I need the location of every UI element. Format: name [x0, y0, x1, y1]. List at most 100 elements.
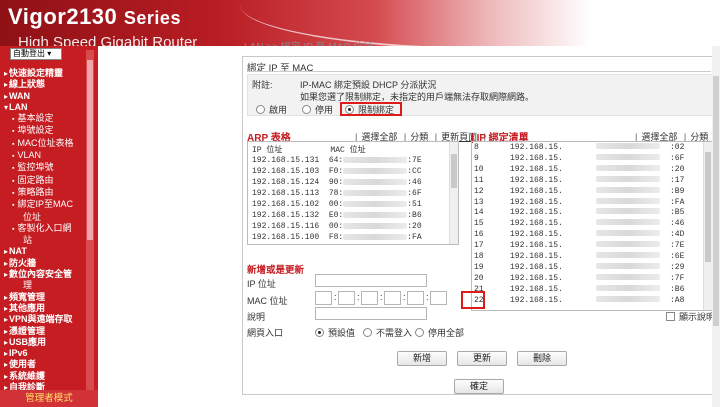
bind-row[interactable]: 12 192.168.15.:B9 [474, 186, 704, 198]
update-button[interactable]: 更新 [457, 351, 507, 366]
bind-row[interactable]: 17 192.168.15.:7E [474, 241, 704, 252]
portal-default-radio[interactable] [315, 328, 324, 337]
radio-strict-bind[interactable]: 限制綁定 [340, 102, 403, 116]
bind-row[interactable]: 14 192.168.15.:B5 [474, 208, 704, 219]
arp-row[interactable]: 192.168.15.103 F0::CC [252, 167, 422, 176]
sidebar-item[interactable]: 綁定IP至MAC [0, 199, 84, 211]
arp-row[interactable]: 192.168.15.102 00::51 [252, 200, 422, 209]
mac-redacted [596, 273, 660, 280]
sidebar-item[interactable]: NAT [0, 246, 84, 257]
sidebar-item[interactable]: VLAN [0, 150, 84, 162]
arp-row[interactable]: 192.168.15.132 E0::B6 [252, 211, 422, 220]
portal-default-option[interactable]: 預設值 [315, 326, 355, 339]
radio-enable-circle[interactable] [256, 105, 265, 114]
sidebar-item[interactable]: WAN [0, 91, 84, 102]
sidebar-item[interactable]: 基本設定 [0, 113, 84, 125]
bind-row-mac-end: :6E [670, 252, 685, 261]
sidebar-item[interactable]: 系統維護 [0, 371, 84, 382]
portal-no-login-option[interactable]: 不需登入 [363, 326, 412, 339]
sidebar-item[interactable]: 埠號設定 [0, 125, 84, 137]
bind-row[interactable]: 9 192.168.15.:6F [474, 153, 704, 165]
bind-row[interactable]: 16 192.168.15.:4D [474, 230, 704, 241]
arp-row[interactable]: 192.168.15.116 00::20 [252, 222, 422, 231]
sidebar-item[interactable]: MAC位址表格 [0, 138, 84, 150]
portal-disable-all-radio[interactable] [415, 328, 424, 337]
ip-input[interactable] [315, 274, 427, 287]
sidebar-item[interactable]: 監控埠號 [0, 162, 84, 174]
bind-row[interactable]: 11 192.168.15.:17 [474, 175, 704, 187]
bind-scroll-thumb[interactable] [705, 152, 711, 262]
page-scroll-thumb[interactable] [713, 76, 719, 326]
bind-row[interactable]: 10 192.168.15.:20 [474, 164, 704, 176]
mac-redacted [343, 189, 408, 196]
arp-row[interactable]: 192.168.15.124 90::46 [252, 178, 422, 187]
radio-disable[interactable]: 停用 [302, 103, 333, 116]
sidebar-item[interactable]: 策略路由 [0, 187, 84, 199]
arp-row[interactable]: 192.168.15.100 F8::FA [252, 233, 422, 242]
radio-strict-circle[interactable] [345, 104, 354, 114]
bind-row[interactable]: 19 192.168.15.:29 [474, 262, 704, 274]
page-scrollbar[interactable] [712, 46, 720, 407]
sidebar-item[interactable]: 其他應用 [0, 303, 84, 314]
sidebar-item[interactable]: 客製化入口網 [0, 223, 84, 235]
sidebar-item[interactable]: 線上狀態 [0, 79, 84, 90]
sidebar-item[interactable]: 防火牆 [0, 258, 84, 269]
bind-scrollbar[interactable] [703, 142, 712, 310]
bind-row[interactable]: 20 192.168.15.:7F [474, 273, 704, 285]
bind-row-mac-end: :7F [670, 273, 685, 283]
show-description-toggle[interactable]: 顯示說明 [666, 310, 715, 323]
mac-octet-5[interactable] [407, 291, 424, 305]
arp-scroll-thumb[interactable] [451, 154, 457, 188]
mac-redacted [343, 233, 408, 240]
sidebar-item: 位址 [23, 211, 42, 222]
radio-enable[interactable]: 啟用 [256, 103, 287, 116]
sidebar-item[interactable]: 使用者 [0, 359, 84, 370]
mac-octet-1[interactable] [315, 291, 332, 305]
bind-row[interactable]: 18 192.168.15.:6E [474, 252, 704, 263]
bind-row[interactable]: 21 192.168.15.:B6 [474, 284, 704, 296]
sidebar-scrollbar[interactable] [86, 50, 94, 390]
mac-separator: : [334, 292, 337, 302]
description-input[interactable] [315, 307, 427, 320]
sidebar-item[interactable]: 憑證管理 [0, 326, 84, 337]
bind-row[interactable]: 8 192.168.15.:02 [474, 143, 704, 154]
sidebar-item[interactable]: 快速設定精靈 [0, 68, 84, 79]
add-button[interactable]: 新增 [397, 351, 447, 366]
mac-redacted [343, 167, 408, 174]
bind-row-ip: 192.168.15. [510, 143, 563, 152]
ip-bind-table[interactable]: 8 192.168.15.:02 9 192.168.15.:6F 10 192.168.… [471, 141, 713, 311]
sidebar-item[interactable]: 頻寬管理 [0, 292, 84, 303]
mac-octet-3[interactable] [361, 291, 378, 305]
sidebar-item[interactable]: IPv6 [0, 348, 84, 359]
portal-no-login-radio[interactable] [363, 328, 372, 337]
arp-table[interactable]: IP 位址 MAC 位址 192.168.15.131 64::7E 192.16… [247, 141, 459, 245]
arp-row-mac-end: :51 [407, 200, 422, 209]
sidebar-item[interactable]: USB應用 [0, 337, 84, 348]
arp-row-mac-start: 64: [328, 156, 344, 165]
sidebar-item[interactable]: LAN [0, 102, 84, 113]
mac-octet-2[interactable] [338, 291, 355, 305]
bind-row[interactable]: 15 192.168.15.:46 [474, 219, 704, 230]
radio-disable-circle[interactable] [302, 105, 311, 114]
auto-logout-select[interactable]: 自動登出 ▾ [10, 48, 62, 60]
bind-row-index: 9 [474, 153, 479, 163]
arp-row-mac-end: :6F [407, 189, 422, 198]
show-description-checkbox[interactable] [666, 312, 675, 321]
sidebar-scroll-thumb[interactable] [87, 60, 93, 240]
arp-row[interactable]: 192.168.15.131 64::7E [252, 156, 422, 165]
arp-row-mac-end: :FA [407, 233, 422, 242]
portal-disable-all-option[interactable]: 停用全部 [415, 326, 464, 339]
admin-mode-label: 管理者模式 [0, 390, 98, 407]
delete-button[interactable]: 刪除 [517, 351, 567, 366]
bind-row[interactable]: 13 192.168.15.:FA [474, 197, 704, 209]
mac-octet-4[interactable] [384, 291, 401, 305]
sidebar-item[interactable]: 數位內容安全管 [0, 269, 84, 280]
sidebar-item[interactable]: 固定路由 [0, 175, 84, 187]
arp-row[interactable]: 192.168.15.113 78::6F [252, 189, 422, 198]
mac-octet-6[interactable] [430, 291, 447, 305]
bind-row[interactable]: 22 192.168.15.:A8 [474, 295, 704, 307]
ok-button[interactable]: 確定 [454, 379, 504, 394]
arp-scrollbar[interactable] [449, 142, 458, 244]
sidebar-item[interactable]: VPN與遠端存取 [0, 314, 84, 325]
bind-row-mac-end: :4D [670, 230, 685, 240]
